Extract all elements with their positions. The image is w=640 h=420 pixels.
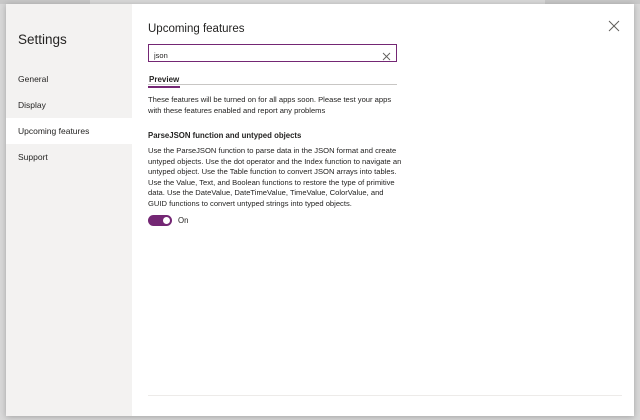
- feature-toggle-row: On: [148, 214, 634, 226]
- search-box: [148, 44, 397, 63]
- clear-search-button[interactable]: [382, 48, 391, 61]
- tab-bar: Preview: [148, 69, 397, 88]
- sidebar-item-display[interactable]: Display: [6, 92, 132, 118]
- sidebar-title: Settings: [18, 32, 67, 47]
- toggle-state-label: On: [178, 215, 189, 225]
- close-icon: [608, 20, 620, 32]
- settings-dialog: Settings General Display Upcoming featur…: [6, 4, 634, 416]
- sidebar-item-general[interactable]: General: [6, 66, 132, 92]
- feature-description: Use the ParseJSON function to parse data…: [148, 146, 402, 208]
- settings-content: Upcoming features Preview These features…: [132, 4, 634, 416]
- sidebar-item-support[interactable]: Support: [6, 144, 132, 170]
- search-input[interactable]: [149, 48, 369, 63]
- toggle-knob: [163, 216, 170, 224]
- intro-text: These features will be turned on for all…: [148, 95, 392, 115]
- clear-search-icon: [382, 52, 391, 61]
- tab-preview[interactable]: Preview: [148, 73, 181, 88]
- footer-divider: [148, 395, 622, 396]
- close-button[interactable]: [606, 18, 622, 34]
- feature-toggle[interactable]: [148, 214, 172, 226]
- settings-sidebar: Settings General Display Upcoming featur…: [6, 4, 132, 416]
- sidebar-item-upcoming-features[interactable]: Upcoming features: [6, 118, 132, 144]
- page-title: Upcoming features: [148, 23, 245, 35]
- feature-title: ParseJSON function and untyped objects: [148, 131, 302, 140]
